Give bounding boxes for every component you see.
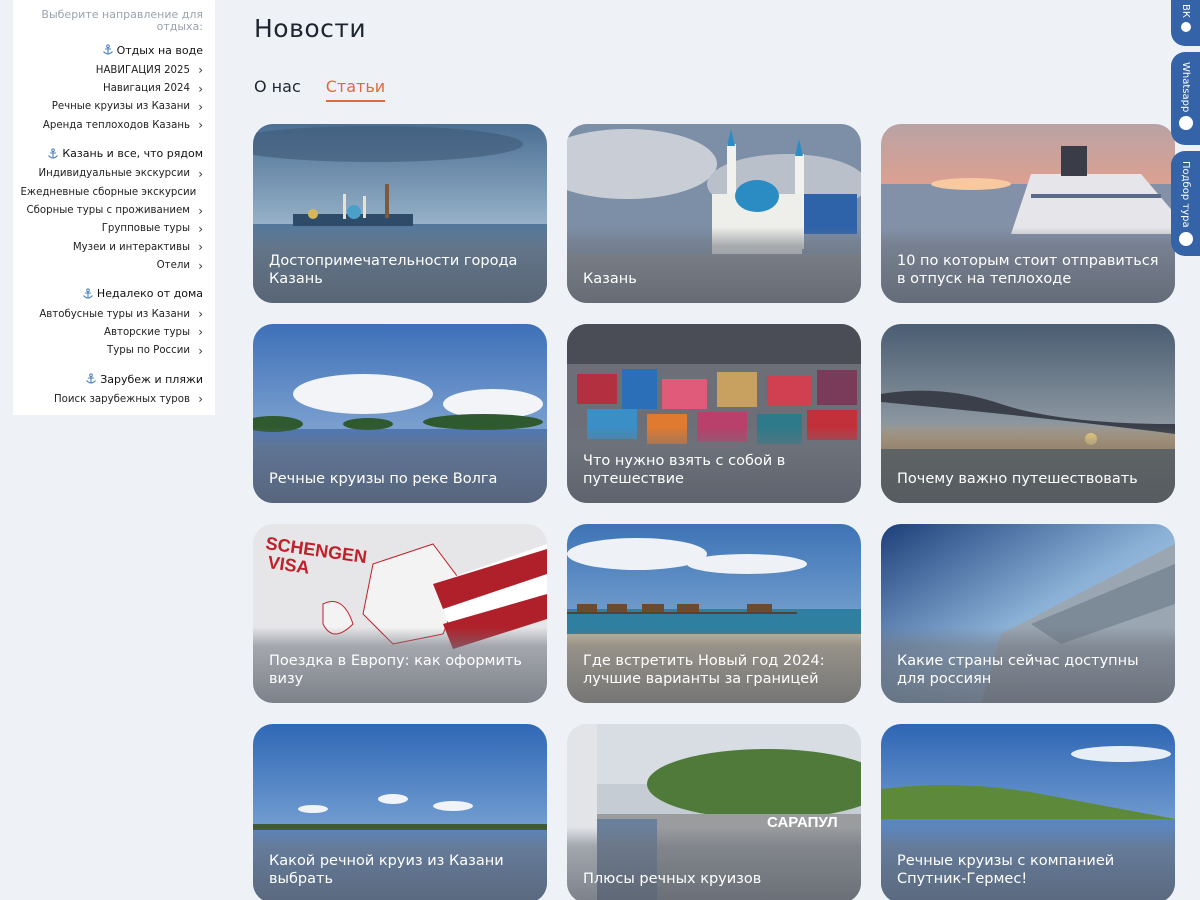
chevron-right-icon: › [198,118,203,133]
sidebar-link[interactable]: Сборные туры с проживанием › [21,201,204,219]
sidebar-menu: Выберите направление для отдыха: Отдых н… [13,0,215,415]
tour-selection-label: Подбор тура [1180,161,1191,228]
card-title: Речные круизы с компанией Спутник-Гермес… [881,827,1175,900]
sidebar-link[interactable]: Автобусные туры из Казани › [21,305,203,323]
menu-group-nearby: Недалеко от дома Автобусные туры из Каза… [21,286,203,360]
sidebar-link[interactable]: Авторские туры › [21,323,203,341]
sidebar-link[interactable]: Поиск зарубежных туров › [21,390,203,408]
sidebar-link[interactable]: Групповые туры › [21,220,203,238]
chevron-right-icon: › [198,81,203,96]
chevron-right-icon: › [198,240,203,255]
chevron-right-icon: › [198,325,203,340]
card-title: Какой речной круиз из Казани выбрать [253,827,547,900]
menu-group-title[interactable]: Отдых на воде [21,42,203,58]
chevron-right-icon: › [198,99,203,114]
card-title: Казань [567,227,861,303]
sidebar-link[interactable]: Аренда теплоходов Казань › [21,116,203,134]
sidebar-link[interactable]: Отели › [21,257,203,275]
chevron-right-icon: › [198,221,203,236]
card-title: 10 по которым стоит отправиться в отпуск… [881,227,1175,303]
tab-about[interactable]: О нас [254,77,301,102]
sidebar-link[interactable]: Индивидуальные экскурсии › [21,165,203,183]
whatsapp-label: Whatsapp [1180,62,1191,113]
card-title: Какие страны сейчас доступны для россиян [881,627,1175,703]
menu-group-title[interactable]: Казань и все, что рядом [21,146,203,162]
article-card[interactable]: Какой речной круиз из Казани выбрать [253,724,547,900]
vk-icon [1180,21,1191,32]
article-card[interactable]: Какие страны сейчас доступны для россиян [881,524,1175,703]
tour-selection-tab[interactable]: Подбор тура [1171,151,1200,256]
article-card[interactable]: Достопримечательности города Казань [253,124,547,303]
menu-group-title[interactable]: Недалеко от дома [21,286,203,302]
menu-group-title[interactable]: Зарубеж и пляжи [21,371,203,387]
card-title: Достопримечательности города Казань [253,227,547,303]
chevron-right-icon: › [198,392,203,407]
page-title: Новости [254,14,367,43]
globe-icon [1178,231,1193,246]
chevron-right-icon: › [198,307,203,322]
chevron-right-icon: › [198,63,203,78]
menu-group-kazan: Казань и все, что рядом Индивидуальные э… [20,146,204,275]
card-title: Речные круизы по реке Волга [253,427,547,503]
chevron-right-icon: › [198,166,203,181]
menu-group-abroad: Зарубеж и пляжи Поиск зарубежных туров › [21,371,203,408]
card-title: Почему важно путешествовать [881,427,1175,503]
articles-grid: Достопримечательности города Казань Каза… [253,124,1175,900]
card-title: Где встретить Новый год 2024: лучшие вар… [567,627,861,703]
anchor-icon [47,147,59,160]
anchor-icon [102,44,114,56]
whatsapp-icon [1178,116,1193,131]
article-card[interactable]: Что нужно взять с собой в путешествие [567,324,861,503]
chevron-right-icon: › [198,343,203,358]
anchor-icon [85,373,97,385]
sidebar-link[interactable]: Речные круизы из Казани › [21,98,203,116]
vk-tab[interactable]: ВК [1171,0,1200,46]
sidebar-link[interactable]: Туры по России › [21,342,203,360]
card-title: Что нужно взять с собой в путешествие [567,427,861,503]
article-card[interactable]: Казань [567,124,861,303]
article-card[interactable]: САРАПУЛ Плюсы речных круизов [567,724,861,900]
chevron-right-icon: › [198,258,203,273]
vk-label: ВК [1180,4,1191,18]
article-card[interactable]: Почему важно путешествовать [881,324,1175,503]
chevron-right-icon: › [198,203,203,218]
sidebar-link[interactable]: Ежедневные сборные экскурсии› [20,183,203,201]
article-card[interactable]: Где встретить Новый год 2024: лучшие вар… [567,524,861,703]
article-card[interactable]: Речные круизы с компанией Спутник-Гермес… [881,724,1175,900]
card-title: Поездка в Европу: как оформить визу [253,627,547,703]
tabs-bar: О нас Статьи [254,77,386,102]
sidebar-link[interactable]: Музеи и интерактивы › [21,238,203,256]
article-card[interactable]: Речные круизы по реке Волга [253,324,547,503]
article-card[interactable]: 10 по которым стоит отправиться в отпуск… [881,124,1175,303]
card-title: Плюсы речных круизов [567,827,861,900]
menu-group-water: Отдых на воде НАВИГАЦИЯ 2025 › Навигация … [21,42,203,135]
article-card[interactable]: SCHENGEN VISA Поездка в Европу: как офор… [253,524,547,703]
sidebar-link[interactable]: Навигация 2024 › [21,79,203,97]
anchor-icon [82,288,94,300]
tab-articles[interactable]: Статьи [325,77,386,102]
whatsapp-tab[interactable]: Whatsapp [1171,52,1200,145]
sidebar-link[interactable]: НАВИГАЦИЯ 2025 › [21,61,203,79]
sidebar-hint: Выберите направление для отдыха: [41,8,203,33]
